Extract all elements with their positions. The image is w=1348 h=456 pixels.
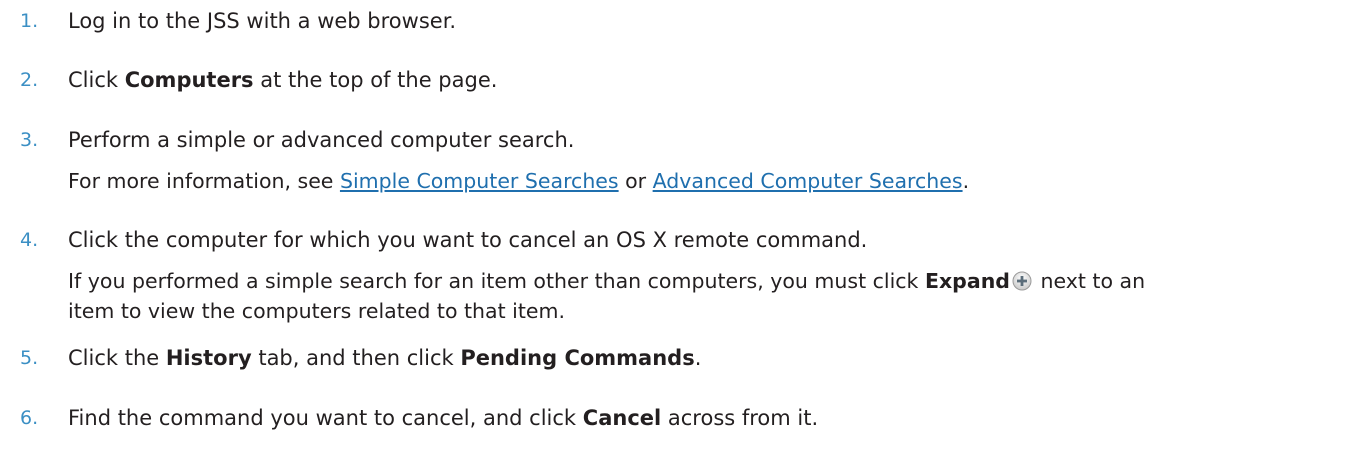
step-4-info-post: next to an bbox=[1033, 269, 1146, 293]
step-text: Click Computers at the top of the page. bbox=[68, 67, 1338, 93]
step-4-text: Click the computer for which you want to… bbox=[68, 228, 868, 252]
step-3-info-mid: or bbox=[618, 169, 653, 193]
step-3-info-post: . bbox=[962, 169, 970, 193]
step-number: 2. bbox=[20, 69, 39, 91]
step-4-info-line-1: If you performed a simple search for an … bbox=[68, 268, 1338, 294]
step-text: Perform a simple or advanced computer se… bbox=[68, 127, 1338, 153]
advanced-computer-searches-link[interactable]: Advanced Computer Searches bbox=[653, 169, 963, 193]
step-5-mid: tab, and then click bbox=[251, 346, 461, 370]
step-2-post: at the top of the page. bbox=[253, 68, 498, 92]
step-5-post: . bbox=[694, 346, 702, 370]
step-2-bold: Computers bbox=[124, 68, 254, 92]
step-5-pre: Click the bbox=[68, 346, 166, 370]
step-4-info-line-2: item to view the computers related to th… bbox=[68, 298, 1338, 324]
step-4-info-line-2-text: item to view the computers related to th… bbox=[68, 299, 565, 323]
plus-circle-icon bbox=[1012, 271, 1032, 291]
step-2-pre: Click bbox=[68, 68, 125, 92]
step-1-text: Log in to the JSS with a web browser. bbox=[68, 9, 457, 33]
procedure-steps: 1. Log in to the JSS with a web browser.… bbox=[0, 0, 1348, 456]
step-3-info-pre: For more information, see bbox=[68, 169, 340, 193]
step-6-pre: Find the command you want to cancel, and… bbox=[68, 406, 583, 430]
step-number: 4. bbox=[20, 229, 39, 251]
simple-computer-searches-link[interactable]: Simple Computer Searches bbox=[340, 169, 619, 193]
step-number: 6. bbox=[20, 407, 39, 429]
step-text: Find the command you want to cancel, and… bbox=[68, 405, 1338, 431]
step-text: Click the computer for which you want to… bbox=[68, 227, 1338, 253]
step-number: 5. bbox=[20, 347, 39, 369]
step-text: Log in to the JSS with a web browser. bbox=[68, 8, 1338, 34]
step-number: 3. bbox=[20, 129, 39, 151]
step-4-bold: Expand bbox=[924, 269, 1010, 293]
step-6-bold: Cancel bbox=[582, 406, 662, 430]
step-3-text: Perform a simple or advanced computer se… bbox=[68, 128, 575, 152]
step-6-post: across from it. bbox=[661, 406, 819, 430]
step-3-info: For more information, see Simple Compute… bbox=[68, 168, 1338, 194]
step-5-bold-history: History bbox=[165, 346, 252, 370]
step-text: Click the History tab, and then click Pe… bbox=[68, 345, 1338, 371]
step-number: 1. bbox=[20, 10, 39, 32]
step-5-bold-pending: Pending Commands bbox=[460, 346, 695, 370]
step-4-info-pre: If you performed a simple search for an … bbox=[68, 269, 925, 293]
